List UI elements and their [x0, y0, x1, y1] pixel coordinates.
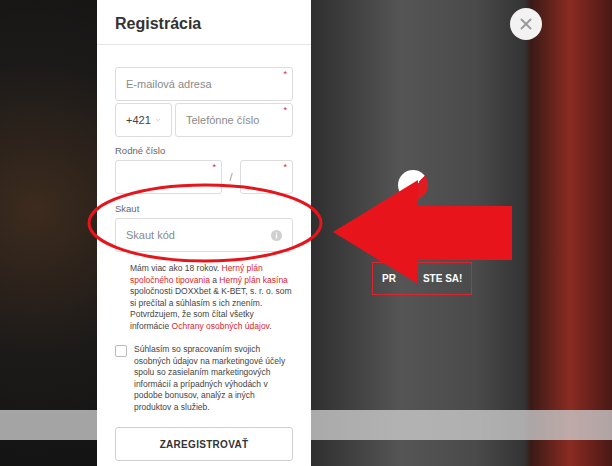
- consent-segment: Mám viac ako 18 rokov.: [130, 263, 222, 273]
- consent-text: Mám viac ako 18 rokov. Herný plán spoloč…: [130, 263, 293, 332]
- consent-link[interactable]: Herný plán kasína: [219, 275, 288, 285]
- arrow-icon: [330, 178, 515, 288]
- birth-number-suffix-input[interactable]: [251, 171, 282, 183]
- login-button[interactable]: PR STE SA!: [372, 262, 472, 295]
- consent-segment: Súhlasím so spracovaním svojich osobných…: [134, 344, 285, 412]
- consent-item: Mám viac ako 18 rokov. Herný plán spoloč…: [115, 263, 293, 332]
- birth-number-label: Rodné číslo: [115, 145, 293, 156]
- chevron-down-icon: [155, 115, 161, 125]
- background-band: [0, 410, 97, 440]
- consent-segment: .: [269, 321, 271, 331]
- email-field[interactable]: *: [115, 67, 293, 101]
- required-mark: *: [283, 163, 287, 172]
- phone-input[interactable]: [186, 114, 282, 126]
- page: Registrácia * +421 * Rodné číslo * / * Skaut Mám …: [0, 0, 612, 466]
- birth-number-field[interactable]: *: [115, 160, 222, 194]
- phone-field[interactable]: *: [175, 103, 293, 137]
- scout-field[interactable]: [115, 218, 293, 252]
- required-mark: *: [283, 106, 287, 115]
- close-button[interactable]: [510, 8, 542, 40]
- consent-item[interactable]: Súhlasím so spracovaním svojich osobných…: [115, 344, 293, 413]
- info-icon: [271, 230, 282, 241]
- scout-input[interactable]: [126, 229, 267, 241]
- close-icon: [517, 15, 535, 33]
- highlight-circle-scout: [86, 182, 324, 264]
- login-button-text: PR: [382, 273, 396, 284]
- scout-label: Skaut: [115, 203, 293, 214]
- phone-prefix: +421: [126, 114, 151, 126]
- login-button-text: STE SA!: [423, 273, 462, 284]
- consent-link[interactable]: Ochrany osobných údajov: [172, 321, 270, 331]
- register-button[interactable]: ZAREGISTROVAŤ: [115, 427, 293, 461]
- required-mark: *: [283, 70, 287, 79]
- background-band: [311, 410, 612, 440]
- modal-title: Registrácia: [115, 15, 201, 33]
- phone-row: +421 *: [115, 103, 293, 137]
- required-mark: *: [212, 163, 216, 172]
- phone-prefix-select[interactable]: +421: [115, 103, 172, 137]
- email-input[interactable]: [126, 78, 282, 90]
- modal-header: Registrácia: [97, 0, 311, 45]
- background-left: [0, 0, 97, 466]
- birth-number-input[interactable]: [126, 171, 211, 183]
- consent-segment: a: [210, 275, 219, 285]
- birth-number-separator: /: [222, 171, 240, 183]
- birth-number-row: * / *: [115, 160, 293, 194]
- registration-modal: Registrácia * +421 * Rodné číslo * / * Skaut Mám …: [97, 0, 311, 466]
- consent-checkbox[interactable]: [115, 345, 127, 357]
- consent-text: Súhlasím so spracovaním svojich osobných…: [134, 344, 293, 413]
